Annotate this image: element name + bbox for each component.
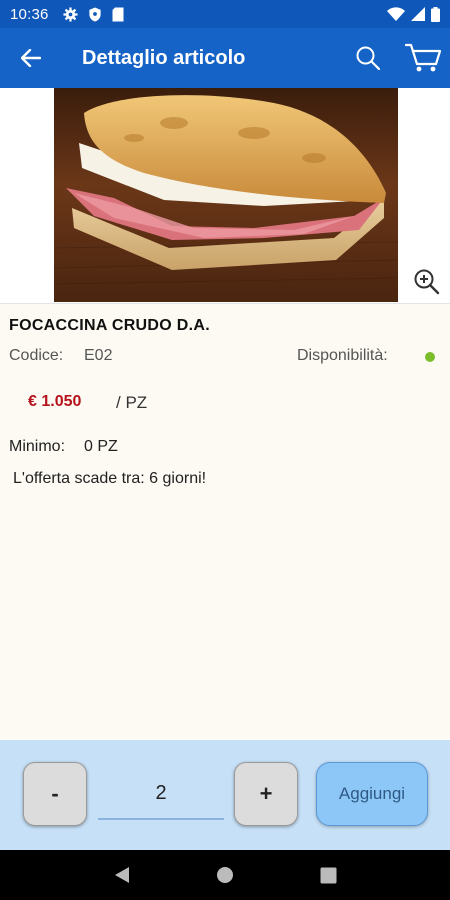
nav-back-button[interactable] [102, 855, 142, 895]
code-value: E02 [84, 347, 113, 364]
triangle-back-icon [114, 867, 129, 883]
nav-home-button[interactable] [205, 855, 245, 895]
status-bar: 10:36 [0, 0, 450, 28]
price: € 1.050 [28, 393, 82, 410]
offer-expiry-text: L'offerta scade tra: 6 giorni! [13, 470, 207, 487]
cart-button[interactable] [402, 40, 444, 76]
signal-icon [411, 7, 425, 21]
code-label: Codice: [9, 347, 64, 364]
wifi-icon [387, 7, 405, 21]
status-left-icons [63, 6, 124, 22]
arrow-left-icon [21, 49, 41, 67]
availability-indicator [425, 352, 435, 362]
system-nav-bar [0, 850, 450, 900]
nav-recents-button[interactable] [308, 855, 348, 895]
back-button[interactable] [0, 28, 62, 88]
increase-quantity-button[interactable]: + [234, 762, 298, 826]
availability-label: Disponibilità: [297, 347, 388, 364]
add-button[interactable]: Aggiungi [316, 762, 428, 826]
minimum-label: Minimo: [9, 438, 66, 455]
search-icon [356, 46, 381, 71]
zoom-button[interactable] [410, 265, 442, 297]
search-button[interactable] [350, 40, 386, 76]
add-to-cart-panel: - 2 + Aggiungi [0, 740, 450, 850]
product-name: FOCACCINA CRUDO D.A. [9, 317, 210, 334]
app-bar: Dettaglio articolo [0, 28, 450, 88]
product-image-area [0, 88, 450, 304]
status-time: 10:36 [10, 5, 49, 23]
battery-icon [431, 6, 440, 22]
circle-home-icon [216, 867, 233, 883]
status-right-icons [387, 6, 440, 22]
zoom-in-icon [414, 269, 440, 295]
sd-card-icon [112, 7, 124, 21]
focaccia-sandwich-image [54, 88, 398, 302]
quantity-input[interactable]: 2 [98, 768, 224, 820]
shield-icon [88, 6, 101, 22]
price-unit: / PZ [116, 393, 148, 412]
decrease-quantity-button[interactable]: - [23, 762, 87, 826]
product-photo[interactable] [54, 88, 398, 302]
minimum-value: 0 PZ [84, 438, 118, 455]
cart-icon [405, 43, 441, 72]
square-recents-icon [320, 867, 337, 883]
page-title: Dettaglio articolo [82, 46, 246, 69]
gear-icon [63, 6, 78, 22]
